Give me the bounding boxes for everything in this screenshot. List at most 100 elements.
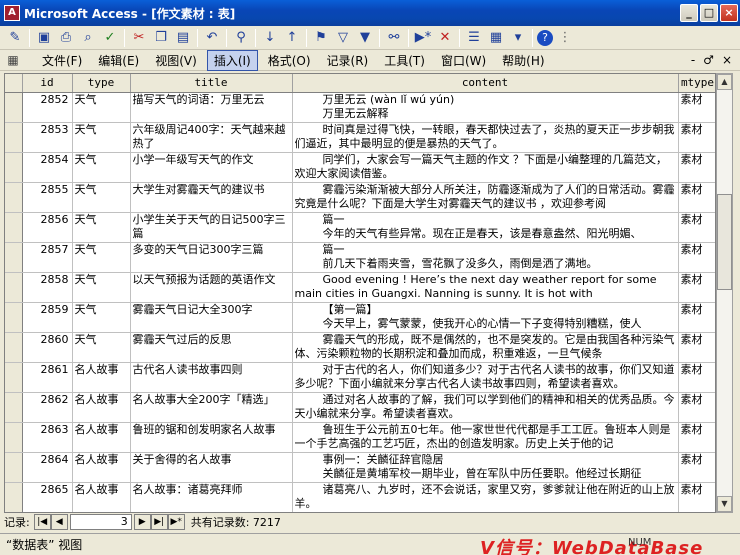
cell-type[interactable]: 天气 <box>72 92 131 123</box>
row-selector[interactable] <box>5 212 23 243</box>
cut-icon[interactable]: ✂ <box>129 28 149 48</box>
previous-record-button[interactable]: ◀ <box>50 514 68 530</box>
menu-tools[interactable]: 工具(T) <box>378 51 431 70</box>
cell-type[interactable]: 天气 <box>72 302 131 333</box>
access-app-icon[interactable]: A <box>4 5 20 21</box>
cell-id[interactable]: 2855 <box>22 182 73 213</box>
cell-type[interactable]: 天气 <box>72 212 131 243</box>
cell-mtype[interactable]: 素材 <box>678 122 715 153</box>
cell-content[interactable]: 通过对名人故事的了解，我们可以学到他们的精神和相关的优秀品质。今天小编就来分享。… <box>292 392 679 423</box>
cell-type[interactable]: 天气 <box>72 122 131 153</box>
design-view-icon[interactable]: ✎ <box>5 28 25 48</box>
properties-icon[interactable]: ☰ <box>464 28 484 48</box>
table-row[interactable]: 2864 名人故事 关于舍得的名人故事 事例一：关麟征辞官隐居 关麟征是黄埔军校一期… <box>5 452 715 483</box>
cell-type[interactable]: 天气 <box>72 182 131 213</box>
column-header-mtype[interactable]: mtype <box>678 74 715 93</box>
cell-content[interactable]: 【第一篇】 今天早上，雾气蒙蒙，使我开心的心情一下子变得特别糟糕，使人 <box>292 302 679 333</box>
first-record-button[interactable]: |◀ <box>33 514 51 530</box>
cell-mtype[interactable]: 素材 <box>678 302 715 333</box>
table-row[interactable]: 2858 天气 以天气预报为话题的英语作文 Good evening ! Here’… <box>5 272 715 303</box>
next-record-button[interactable]: ▶ <box>133 514 151 530</box>
filter-form-icon[interactable]: ▽ <box>333 28 353 48</box>
table-row[interactable]: 2862 名人故事 名人故事大全200字「精选」 通过对名人故事的了解，我们可以学到… <box>5 392 715 423</box>
cell-title[interactable]: 以天气预报为话题的英语作文 <box>130 272 293 303</box>
cell-content[interactable]: 篇一 前几天下着雨夹雪，雪花飘了没多久，雨倒是洒了满地。 <box>292 242 679 273</box>
cell-content[interactable]: 鲁班生于公元前五0七年。他一家世世代代都是手工工匠。鲁班本人则是一个手艺高强的工… <box>292 422 679 453</box>
scroll-up-button[interactable]: ▲ <box>717 74 732 90</box>
menu-format[interactable]: 格式(O) <box>262 51 317 70</box>
sort-asc-icon[interactable]: ↓ <box>260 28 280 48</box>
cell-id[interactable]: 2864 <box>22 452 73 483</box>
delete-record-icon[interactable]: ✕ <box>435 28 455 48</box>
table-row[interactable]: 2859 天气 雾霾天气日记大全300字 【第一篇】 今天早上，雾气蒙蒙，使我开心的… <box>5 302 715 333</box>
cell-id[interactable]: 2856 <box>22 212 73 243</box>
last-record-button[interactable]: ▶| <box>150 514 168 530</box>
table-row[interactable]: 2863 名人故事 鲁班的锯和创发明家名人故事 鲁班生于公元前五0七年。他一家世世代… <box>5 422 715 453</box>
row-selector[interactable] <box>5 122 23 153</box>
close-button[interactable]: × <box>720 4 738 22</box>
cell-title[interactable]: 名人故事：诸葛亮拜师 <box>130 482 293 512</box>
mdi-close-button[interactable]: × <box>722 53 732 67</box>
cell-mtype[interactable]: 素材 <box>678 422 715 453</box>
copy-icon[interactable]: ❐ <box>151 28 171 48</box>
table-row[interactable]: 2865 名人故事 名人故事：诸葛亮拜师 诸葛亮八、九岁时，还不会说话，家里又穷，爹… <box>5 482 715 512</box>
row-selector[interactable] <box>5 332 23 363</box>
paste-icon[interactable]: ▤ <box>173 28 193 48</box>
sort-desc-icon[interactable]: ↑ <box>282 28 302 48</box>
cell-id[interactable]: 2857 <box>22 242 73 273</box>
menu-view[interactable]: 视图(V) <box>149 51 203 70</box>
cell-title[interactable]: 鲁班的锯和创发明家名人故事 <box>130 422 293 453</box>
cell-id[interactable]: 2859 <box>22 302 73 333</box>
cell-mtype[interactable]: 素材 <box>678 362 715 393</box>
cell-type[interactable]: 名人故事 <box>72 362 131 393</box>
row-selector[interactable] <box>5 152 23 183</box>
row-selector[interactable] <box>5 92 23 123</box>
cell-content[interactable]: Good evening ! Here’s the next day weath… <box>292 272 679 303</box>
cell-type[interactable]: 名人故事 <box>72 482 131 512</box>
table-row[interactable]: 2853 天气 六年级周记400字：天气越来越热了 时间真是过得飞快，一转眼，春天都… <box>5 122 715 153</box>
scroll-thumb[interactable] <box>717 194 732 290</box>
cell-type[interactable]: 天气 <box>72 332 131 363</box>
column-header-type[interactable]: type <box>72 74 131 93</box>
cell-type[interactable]: 名人故事 <box>72 452 131 483</box>
cell-mtype[interactable]: 素材 <box>678 482 715 512</box>
menu-records[interactable]: 记录(R) <box>321 51 375 70</box>
row-selector[interactable] <box>5 242 23 273</box>
new-object-icon[interactable]: ▾ <box>508 28 528 48</box>
record-number-input[interactable]: 3 <box>69 514 132 530</box>
table-row[interactable]: 2857 天气 多变的天气日记300字三篇 篇一 前几天下着雨夹雪，雪花飘了没多久，… <box>5 242 715 273</box>
database-window-icon[interactable]: ▦ <box>486 28 506 48</box>
cell-type[interactable]: 名人故事 <box>72 422 131 453</box>
menu-window[interactable]: 窗口(W) <box>435 51 492 70</box>
cell-title[interactable]: 雾霾天气日记大全300字 <box>130 302 293 333</box>
cell-title[interactable]: 古代名人读书故事四则 <box>130 362 293 393</box>
cell-content[interactable]: 篇一 今年的天气有些异常。现在正是春天，该是春意盎然、阳光明媚、 <box>292 212 679 243</box>
row-selector[interactable] <box>5 392 23 423</box>
cell-mtype[interactable]: 素材 <box>678 242 715 273</box>
menu-edit[interactable]: 编辑(E) <box>92 51 145 70</box>
cell-id[interactable]: 2863 <box>22 422 73 453</box>
apply-filter-icon[interactable]: ▼ <box>355 28 375 48</box>
vertical-scrollbar[interactable]: ▲ ▼ <box>716 73 733 513</box>
find-icon[interactable]: ⚯ <box>384 28 404 48</box>
row-selector[interactable] <box>5 272 23 303</box>
cell-mtype[interactable]: 素材 <box>678 182 715 213</box>
cell-type[interactable]: 名人故事 <box>72 392 131 423</box>
datasheet-icon[interactable]: ▦ <box>4 52 22 68</box>
cell-content[interactable]: 对于古代的名人，你们知道多少？对于古代名人读书的故事，你们又知道多少呢？下面小编… <box>292 362 679 393</box>
cell-mtype[interactable]: 素材 <box>678 212 715 243</box>
cell-type[interactable]: 天气 <box>72 152 131 183</box>
table-row[interactable]: 2854 天气 小学一年级写天气的作文 同学们，大家会写一篇天气主题的作文 ？下面是… <box>5 152 715 183</box>
cell-id[interactable]: 2858 <box>22 272 73 303</box>
menu-help[interactable]: 帮助(H) <box>496 51 550 70</box>
save-icon[interactable]: ▣ <box>34 28 54 48</box>
cell-content[interactable]: 万里无云 (wàn lǐ wú yún) 万里无云解释 <box>292 92 679 123</box>
mdi-restore-button[interactable]: ♂ <box>703 53 714 67</box>
table-row[interactable]: 2860 天气 雾霾天气过后的反思 雾霾天气的形成，既不是偶然的，也不是突发的。它是… <box>5 332 715 363</box>
cell-type[interactable]: 天气 <box>72 272 131 303</box>
cell-mtype[interactable]: 素材 <box>678 452 715 483</box>
cell-id[interactable]: 2852 <box>22 92 73 123</box>
cell-title[interactable]: 六年级周记400字：天气越来越热了 <box>130 122 293 153</box>
cell-content[interactable]: 雾霾污染渐渐被大部分人所关注，防霾逐渐成为了人们的日常活动。雾霾究竟是什么呢？下… <box>292 182 679 213</box>
cell-content[interactable]: 同学们，大家会写一篇天气主题的作文 ？下面是小编整理的几篇范文，欢迎大家阅读借鉴… <box>292 152 679 183</box>
